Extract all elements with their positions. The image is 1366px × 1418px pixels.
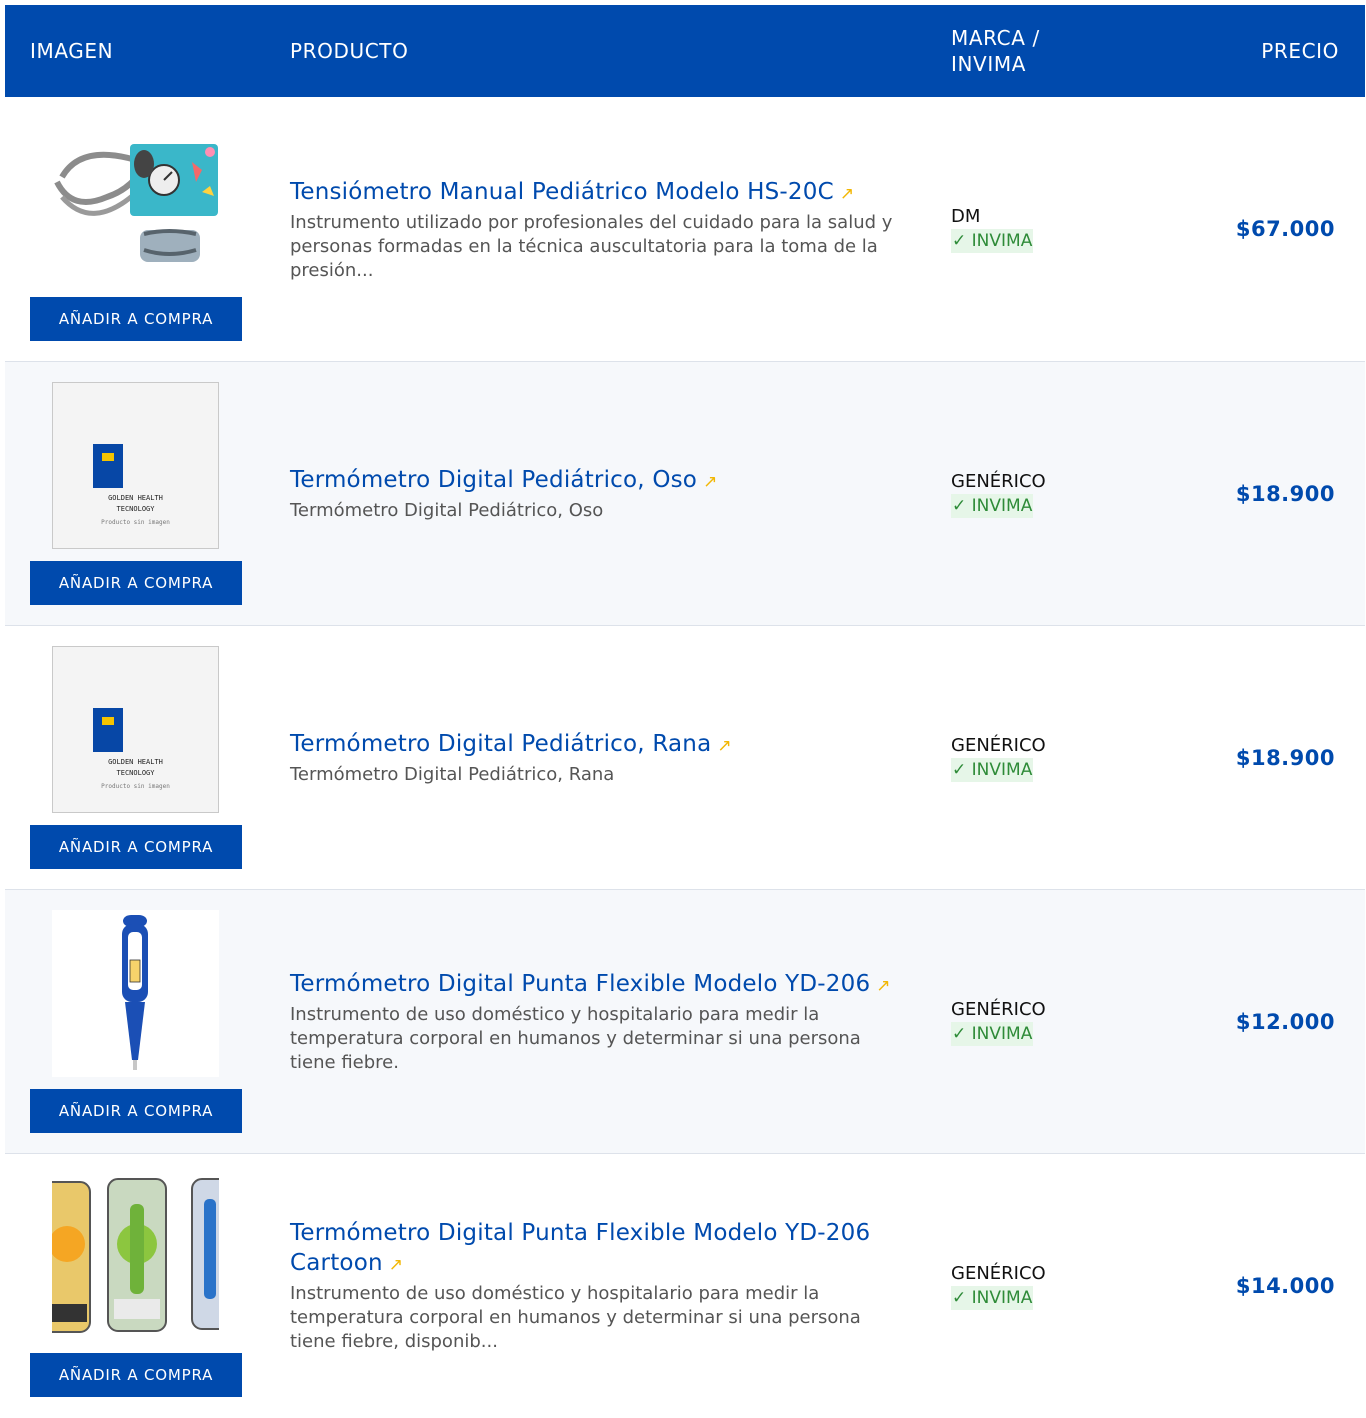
product-title: Termómetro Digital Punta Flexible Modelo…: [290, 970, 871, 997]
placeholder-line1: GOLDEN HEALTH: [108, 494, 163, 502]
logo-icon: [93, 444, 123, 488]
brand-cell: GENÉRICO ✓ INVIMA: [951, 890, 1046, 1153]
add-to-cart-button[interactable]: AÑADIR A COMPRA: [30, 825, 242, 869]
placeholder-line3: Producto sin imagen: [101, 783, 170, 790]
table-row: AÑADIR A COMPRA Termómetro Digital Punta…: [5, 1154, 1365, 1409]
product-description: Termómetro Digital Pediátrico, Rana: [290, 763, 615, 785]
brand-name: DM: [951, 206, 981, 227]
product-title: Termómetro Digital Pediátrico, Rana: [290, 730, 712, 757]
brand-cell: GENÉRICO ✓ INVIMA: [951, 626, 1046, 889]
product-price: $18.900: [1235, 745, 1335, 770]
external-link-icon: ↗: [717, 735, 732, 756]
product-price: $12.000: [1235, 1009, 1335, 1034]
brand-name: GENÉRICO: [951, 734, 1046, 756]
brand-cell: DM ✓ INVIMA: [951, 97, 1034, 361]
product-description: Termómetro Digital Pediátrico, Oso: [290, 499, 604, 521]
table-header: IMAGEN PRODUCTO MARCA / INVIMA PRECIO: [5, 5, 1365, 97]
product-price: $18.900: [1235, 481, 1335, 506]
header-image: IMAGEN: [30, 39, 114, 63]
product-title: Termómetro Digital Punta Flexible Modelo…: [290, 1220, 871, 1276]
placeholder-line3: Producto sin imagen: [101, 519, 170, 526]
product-title-link[interactable]: Termómetro Digital Punta Flexible Modelo…: [290, 969, 915, 1001]
header-product: PRODUCTO: [290, 39, 409, 63]
product-price: $14.000: [1235, 1274, 1335, 1298]
table-row: GOLDEN HEALTH TECNOLOGY Producto sin ima…: [5, 362, 1365, 626]
brand-name: GENÉRICO: [951, 998, 1046, 1020]
brand-name: GENÉRICO: [951, 470, 1046, 492]
invima-badge: ✓ INVIMA: [951, 493, 1034, 518]
header-brand: MARCA / INVIMA: [951, 26, 1040, 76]
product-description: Instrumento de uso doméstico y hospitala…: [290, 1283, 861, 1352]
product-title-link[interactable]: Termómetro Digital Pediátrico, Oso ↗: [290, 465, 915, 497]
product-description: Instrumento de uso doméstico y hospitala…: [290, 1003, 861, 1073]
invima-badge: ✓ INVIMA: [951, 1021, 1034, 1046]
invima-badge: ✓ INVIMA: [951, 1286, 1034, 1310]
external-link-icon: ↗: [876, 975, 891, 996]
product-description: Instrumento utilizado por profesionales …: [290, 211, 893, 281]
add-to-cart-button[interactable]: AÑADIR A COMPRA: [30, 1353, 242, 1397]
placeholder-line1: GOLDEN HEALTH: [108, 758, 163, 766]
brand-cell: GENÉRICO ✓ INVIMA: [951, 1154, 1046, 1418]
product-title-link[interactable]: Tensiómetro Manual Pediátrico Modelo HS-…: [290, 177, 915, 209]
placeholder-image: GOLDEN HEALTH TECNOLOGY Producto sin ima…: [52, 382, 219, 549]
logo-icon: [93, 708, 123, 752]
product-info: Termómetro Digital Punta Flexible Modelo…: [290, 1154, 915, 1418]
product-image[interactable]: [52, 1174, 219, 1341]
table-row: AÑADIR A COMPRA Tensiómetro Manual Pediá…: [5, 97, 1365, 362]
external-link-icon: ↗: [388, 1255, 404, 1275]
product-image[interactable]: [52, 122, 219, 289]
invima-badge: ✓ INVIMA: [951, 757, 1034, 782]
product-table: IMAGEN PRODUCTO MARCA / INVIMA PRECIO AÑ…: [5, 5, 1365, 1409]
product-info: Tensiómetro Manual Pediátrico Modelo HS-…: [290, 97, 915, 362]
placeholder-line2: TECNOLOGY: [116, 505, 155, 513]
add-to-cart-button[interactable]: AÑADIR A COMPRA: [30, 297, 242, 341]
brand-name: GENÉRICO: [951, 1263, 1046, 1284]
table-row: AÑADIR A COMPRA Termómetro Digital Punta…: [5, 890, 1365, 1154]
product-info: Termómetro Digital Punta Flexible Modelo…: [290, 890, 915, 1153]
add-to-cart-button[interactable]: AÑADIR A COMPRA: [30, 1089, 242, 1133]
external-link-icon: ↗: [839, 183, 855, 204]
header-price: PRECIO: [1261, 39, 1339, 63]
table-row: GOLDEN HEALTH TECNOLOGY Producto sin ima…: [5, 626, 1365, 890]
add-to-cart-button[interactable]: AÑADIR A COMPRA: [30, 561, 242, 605]
product-title: Tensiómetro Manual Pediátrico Modelo HS-…: [290, 178, 834, 205]
invima-badge: ✓ INVIMA: [951, 229, 1034, 253]
placeholder-line2: TECNOLOGY: [116, 769, 155, 777]
placeholder-image: GOLDEN HEALTH TECNOLOGY Producto sin ima…: [52, 646, 219, 813]
external-link-icon: ↗: [703, 471, 718, 492]
product-title-link[interactable]: Termómetro Digital Punta Flexible Modelo…: [290, 1218, 915, 1280]
product-info: Termómetro Digital Pediátrico, Rana ↗ Ter…: [290, 626, 915, 889]
product-info: Termómetro Digital Pediátrico, Oso ↗ Term…: [290, 362, 915, 625]
brand-cell: GENÉRICO ✓ INVIMA: [951, 362, 1046, 625]
product-image[interactable]: GOLDEN HEALTH TECNOLOGY Producto sin ima…: [52, 646, 219, 813]
product-price: $67.000: [1235, 217, 1335, 241]
product-title: Termómetro Digital Pediátrico, Oso: [290, 466, 698, 493]
product-image[interactable]: [52, 910, 219, 1077]
product-title-link[interactable]: Termómetro Digital Pediátrico, Rana ↗: [290, 729, 915, 761]
product-image[interactable]: GOLDEN HEALTH TECNOLOGY Producto sin ima…: [52, 382, 219, 549]
